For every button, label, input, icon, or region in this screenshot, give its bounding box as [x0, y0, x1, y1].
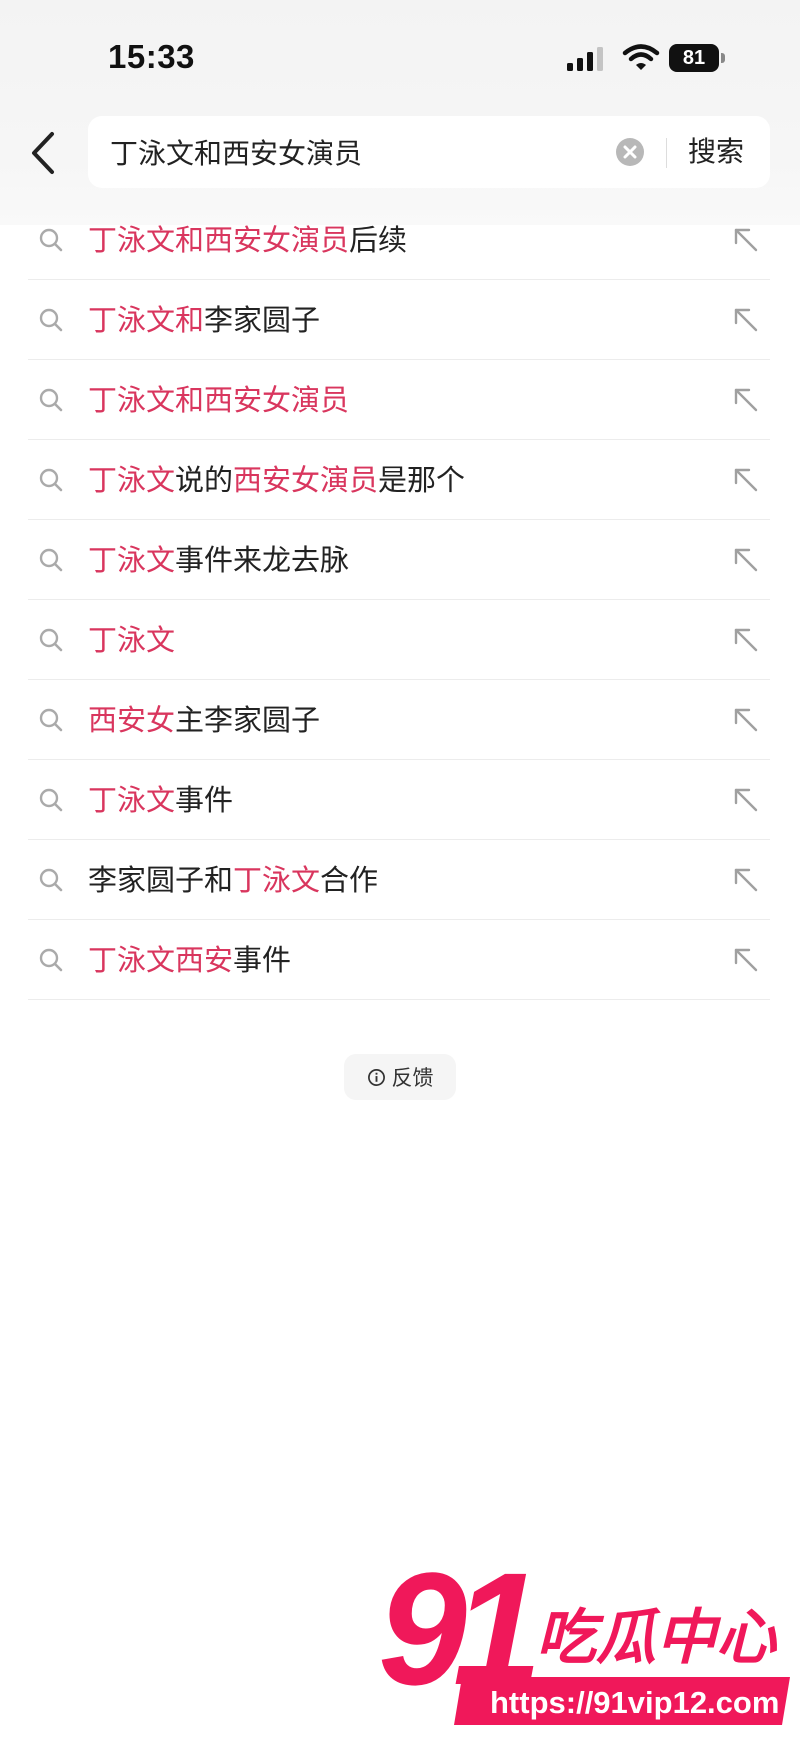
search-icon	[39, 788, 63, 812]
suggestion-text-highlight: 丁泳文	[88, 543, 176, 577]
watermark-url: https://91vip12.com	[490, 1685, 779, 1720]
suggestion-text: 丁泳文事件来龙去脉	[88, 520, 349, 600]
suggestion-text-part: 李家圆子和	[88, 863, 234, 897]
suggestion-text: 丁泳文和西安女演员后续	[88, 200, 407, 280]
watermark-logo: 91 吃瓜中心 https://91vip12.com	[380, 1550, 790, 1725]
back-button[interactable]	[24, 128, 64, 178]
suggestion-text: 丁泳文和西安女演员	[88, 360, 349, 440]
suggestion-text-part: 事件	[233, 943, 292, 977]
search-box: 搜索	[88, 116, 770, 188]
suggestion-text-highlight: 丁泳文	[88, 463, 176, 497]
suggestion-item[interactable]: 丁泳文事件	[28, 760, 770, 840]
suggestion-text-part: 主李家圆子	[175, 703, 321, 737]
arrow-up-left-icon[interactable]	[732, 226, 760, 254]
suggestion-text: 丁泳文西安事件	[88, 920, 291, 1000]
suggestion-text: 西安女主李家圆子	[88, 680, 320, 760]
arrow-up-left-icon[interactable]	[732, 546, 760, 574]
status-bar: 15:33 81	[0, 0, 800, 110]
suggestion-text: 丁泳文和李家圆子	[88, 280, 320, 360]
arrow-up-left-icon[interactable]	[732, 866, 760, 894]
search-icon	[39, 388, 63, 412]
suggestion-item[interactable]: 丁泳文西安事件	[28, 920, 770, 1000]
suggestion-text-highlight: 丁泳文	[88, 623, 176, 657]
suggestion-text-highlight: 西安女演员	[233, 463, 379, 497]
suggestion-text-part: 后续	[349, 223, 408, 257]
search-icon	[39, 468, 63, 492]
signal-icon	[567, 47, 603, 71]
search-icon	[39, 708, 63, 732]
suggestion-item[interactable]: 丁泳文和李家圆子	[28, 280, 770, 360]
feedback-label: 反馈	[391, 1066, 434, 1090]
suggestion-text-part: 李家圆子	[204, 303, 321, 337]
suggestion-text-part: 说的	[175, 463, 234, 497]
arrow-up-left-icon[interactable]	[732, 786, 760, 814]
search-input[interactable]	[110, 116, 610, 188]
search-icon	[39, 548, 63, 572]
search-icon	[39, 948, 63, 972]
battery-indicator: 81	[669, 44, 719, 72]
watermark-title: 吃瓜中心	[536, 1603, 778, 1673]
suggestion-item[interactable]: 李家圆子和丁泳文合作	[28, 840, 770, 920]
battery-level: 81	[682, 47, 706, 69]
suggestion-list: 丁泳文和西安女演员后续 丁泳文和李家圆子 丁泳文和西安女演员 丁泳文说的西安女演员是那…	[28, 200, 770, 1000]
suggestion-item[interactable]: 丁泳文事件来龙去脉	[28, 520, 770, 600]
arrow-up-left-icon[interactable]	[732, 306, 760, 334]
suggestion-item[interactable]: 丁泳文和西安女演员	[28, 360, 770, 440]
suggestion-text: 丁泳文事件	[88, 760, 233, 840]
suggestion-text-highlight: 丁泳文和西安女演员	[88, 383, 350, 417]
search-icon	[39, 868, 63, 892]
search-icon	[39, 228, 63, 252]
suggestion-text-part: 事件来龙去脉	[175, 543, 350, 577]
arrow-up-left-icon[interactable]	[732, 946, 760, 974]
suggestion-text: 丁泳文说的西安女演员是那个	[88, 440, 465, 520]
arrow-up-left-icon[interactable]	[732, 466, 760, 494]
suggestion-text-highlight: 丁泳文	[88, 783, 176, 817]
wifi-icon	[622, 44, 660, 70]
suggestion-text-highlight: 丁泳文	[233, 863, 321, 897]
arrow-up-left-icon[interactable]	[732, 706, 760, 734]
suggestion-item[interactable]: 丁泳文和西安女演员后续	[28, 200, 770, 280]
suggestion-text-highlight: 丁泳文西安	[88, 943, 234, 977]
suggestion-text: 丁泳文	[88, 600, 175, 680]
suggestion-text-highlight: 丁泳文和	[88, 303, 205, 337]
suggestion-text-highlight: 丁泳文和西安女演员	[88, 223, 350, 257]
feedback-button[interactable]: 反馈	[344, 1054, 456, 1100]
search-button[interactable]: 搜索	[688, 116, 744, 188]
arrow-up-left-icon[interactable]	[732, 386, 760, 414]
status-time: 15:33	[108, 38, 195, 75]
top-area: 15:33 81 搜索	[0, 0, 800, 225]
search-icon	[39, 308, 63, 332]
search-divider	[666, 138, 667, 168]
suggestion-item[interactable]: 丁泳文	[28, 600, 770, 680]
search-icon	[39, 628, 63, 652]
suggestion-text-part: 是那个	[378, 463, 466, 497]
suggestion-text-part: 事件	[175, 783, 234, 817]
arrow-up-left-icon[interactable]	[732, 626, 760, 654]
suggestion-item[interactable]: 西安女主李家圆子	[28, 680, 770, 760]
suggestion-item[interactable]: 丁泳文说的西安女演员是那个	[28, 440, 770, 520]
info-icon	[367, 1068, 385, 1086]
battery-tip	[721, 53, 725, 63]
clear-icon[interactable]	[616, 138, 644, 166]
suggestion-text-part: 合作	[320, 863, 379, 897]
suggestion-text: 李家圆子和丁泳文合作	[88, 840, 378, 920]
suggestion-text-highlight: 西安女	[88, 703, 176, 737]
